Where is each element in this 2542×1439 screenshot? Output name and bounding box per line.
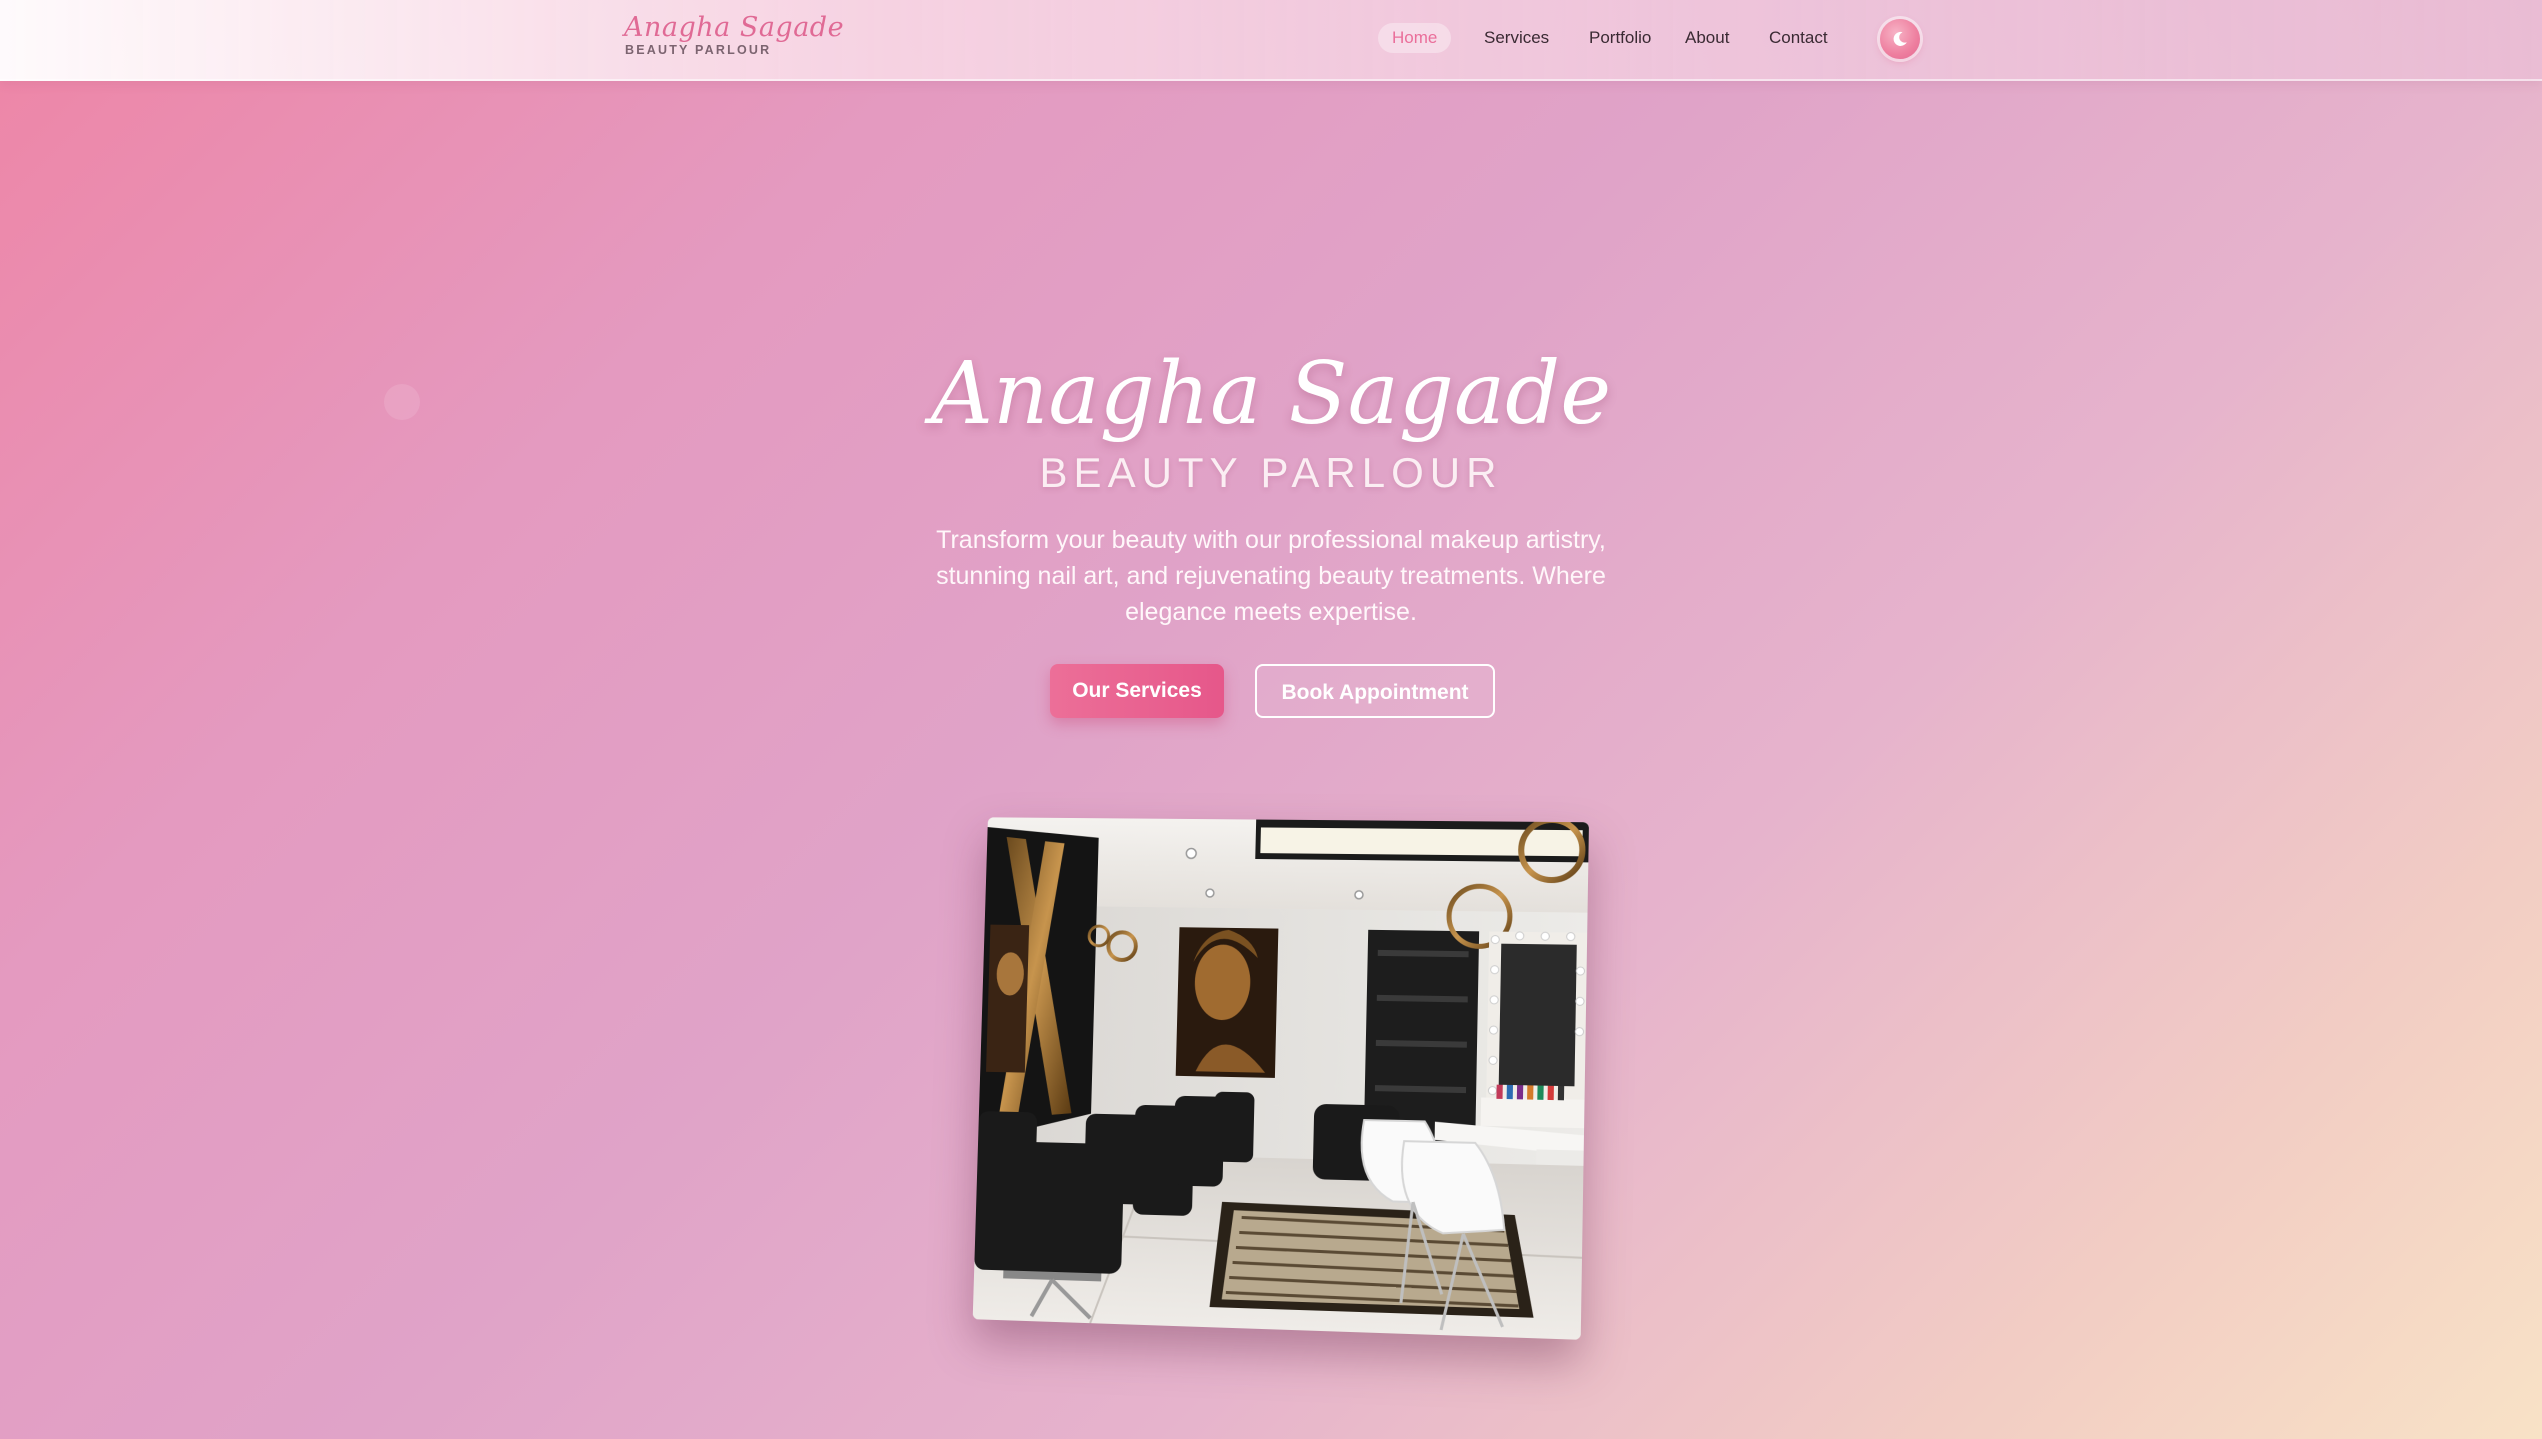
logo-tagline: BEAUTY PARLOUR [625, 43, 772, 57]
navbar: Anagha Sagade BEAUTY PARLOUR Home Servic… [0, 0, 2542, 81]
salon-interior-photo [972, 817, 1589, 1340]
nav-item-services[interactable]: Services [1470, 23, 1563, 53]
salon-interior-image [972, 817, 1589, 1340]
logo-name: Anagha Sagade [624, 12, 845, 43]
nav-item-portfolio[interactable]: Portfolio [1575, 23, 1665, 53]
our-services-button[interactable]: Our Services [1050, 664, 1224, 718]
hero-title: Anagha Sagade [930, 344, 1612, 444]
nav-item-home[interactable]: Home [1378, 23, 1452, 53]
hero-description: Transform your beauty with our professio… [936, 526, 1606, 626]
theme-toggle-button[interactable] [1880, 19, 1920, 59]
nav-item-contact[interactable]: Contact [1755, 23, 1842, 53]
moon-icon [1893, 31, 1907, 46]
hero-subtitle: BEAUTY PARLOUR [1039, 449, 1503, 496]
nav-item-about[interactable]: About [1671, 23, 1743, 53]
logo[interactable]: Anagha Sagade BEAUTY PARLOUR [624, 12, 845, 58]
book-appointment-button[interactable]: Book Appointment [1255, 664, 1495, 718]
